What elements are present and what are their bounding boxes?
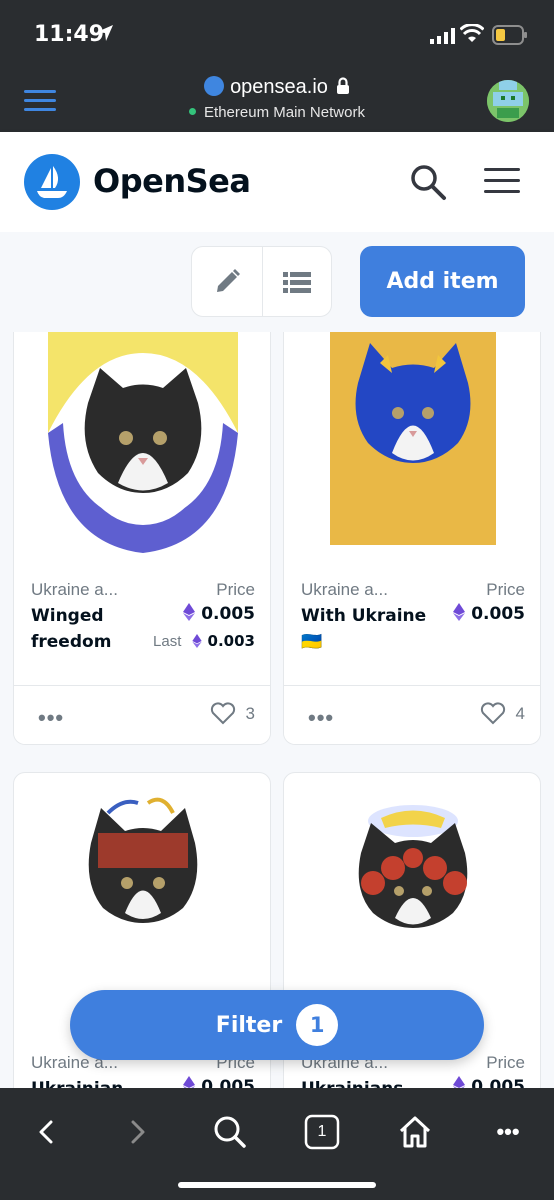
flag-emoji: 🇺🇦: [301, 632, 323, 652]
nft-image[interactable]: [14, 773, 270, 993]
status-time: 11:49: [34, 22, 105, 47]
collection-name[interactable]: Ukraine a...: [301, 580, 388, 600]
favicon-icon: [204, 76, 225, 96]
lock-icon: [336, 77, 349, 94]
edit-view-button[interactable]: [192, 247, 262, 316]
nft-name-text: With Ukraine: [301, 606, 427, 626]
likes-count: 3: [245, 703, 255, 723]
ethereum-icon: [183, 1076, 196, 1088]
pencil-icon: [216, 268, 240, 292]
more-dots-icon[interactable]: •••: [308, 705, 334, 731]
last-sale-value: 0.003: [207, 632, 255, 650]
nft-card[interactable]: Ukraine a... Price With Ukraine 🇺🇦 0.005…: [283, 332, 541, 745]
card-footer: ••• 3: [14, 685, 270, 744]
avatar[interactable]: [487, 80, 529, 122]
collection-name[interactable]: Ukraine a...: [31, 580, 118, 600]
nft-name[interactable]: Winged freedom: [31, 603, 141, 655]
view-toggle-group: [191, 246, 332, 317]
filter-label: Filter: [215, 1012, 283, 1038]
ethereum-icon: [453, 603, 466, 621]
network-indicator: Ethereum Main Network: [0, 104, 554, 121]
heart-icon: [480, 702, 505, 725]
location-arrow-icon: [97, 25, 113, 41]
signal-icon: [430, 28, 455, 44]
wifi-icon: [460, 24, 484, 42]
last-sale: Last 0.003: [153, 632, 255, 650]
nft-name[interactable]: Ukrainians: [301, 1076, 403, 1088]
nft-price: 0.005: [183, 1076, 255, 1088]
back-icon[interactable]: [26, 1112, 66, 1152]
price-label: Price: [486, 1053, 525, 1072]
price-value: 0.005: [201, 604, 255, 624]
ethereum-icon: [453, 1076, 466, 1088]
network-status-dot: [189, 108, 197, 115]
favorite-button[interactable]: 4: [480, 702, 525, 725]
url-text: opensea.io: [230, 76, 328, 98]
menu-icon[interactable]: [484, 168, 520, 196]
nft-price: 0.005: [453, 1076, 525, 1088]
items-grid: Ukraine a... Price Winged freedom 0.005 …: [0, 332, 554, 1088]
tab-count: 1: [317, 1123, 327, 1140]
browser-url-bar: opensea.io Ethereum Main Network: [0, 70, 554, 132]
network-label: Ethereum Main Network: [204, 104, 365, 121]
nft-price: 0.005: [453, 603, 525, 624]
home-indicator: [178, 1182, 376, 1188]
battery-icon: [492, 25, 527, 45]
filter-count-badge: 1: [296, 1004, 339, 1046]
nft-price: 0.005: [183, 603, 255, 624]
forward-icon[interactable]: [118, 1112, 158, 1152]
nft-name[interactable]: With Ukraine 🇺🇦: [301, 603, 431, 655]
price-label: Price: [216, 580, 255, 599]
favorite-button[interactable]: 3: [210, 702, 255, 725]
nft-card[interactable]: Ukraine a... Price Winged freedom 0.005 …: [13, 332, 271, 745]
search-icon[interactable]: [408, 162, 448, 202]
ethereum-icon: [183, 603, 196, 621]
nft-image[interactable]: [284, 773, 540, 993]
heart-icon: [210, 702, 235, 725]
opensea-logo-icon[interactable]: [24, 154, 80, 210]
price-value: 0.005: [471, 604, 525, 624]
likes-count: 4: [515, 703, 525, 723]
status-bar: 11:49: [0, 0, 554, 70]
nft-name[interactable]: Ukrainian: [31, 1076, 123, 1088]
price-value: 0.005: [471, 1077, 525, 1088]
add-item-button[interactable]: Add item: [360, 246, 525, 317]
tabs-icon[interactable]: 1: [302, 1112, 342, 1152]
brand-name[interactable]: OpenSea: [93, 162, 251, 200]
home-icon[interactable]: [395, 1112, 435, 1152]
list-view-button[interactable]: [261, 247, 332, 316]
more-dots-icon[interactable]: •••: [38, 705, 64, 731]
filter-button[interactable]: Filter 1: [70, 990, 484, 1060]
more-icon[interactable]: •••: [488, 1112, 528, 1152]
list-icon: [282, 271, 311, 293]
nft-image[interactable]: [14, 332, 270, 565]
ethereum-icon: [191, 634, 202, 648]
nft-image[interactable]: [284, 332, 540, 565]
search-icon[interactable]: [210, 1112, 250, 1152]
url-display[interactable]: opensea.io: [0, 76, 554, 99]
card-footer: ••• 4: [284, 685, 540, 744]
site-header: OpenSea: [0, 132, 554, 232]
items-toolbar: Add item: [0, 232, 554, 332]
last-sale-label: Last: [153, 633, 182, 650]
price-label: Price: [486, 580, 525, 599]
price-value: 0.005: [201, 1077, 255, 1088]
